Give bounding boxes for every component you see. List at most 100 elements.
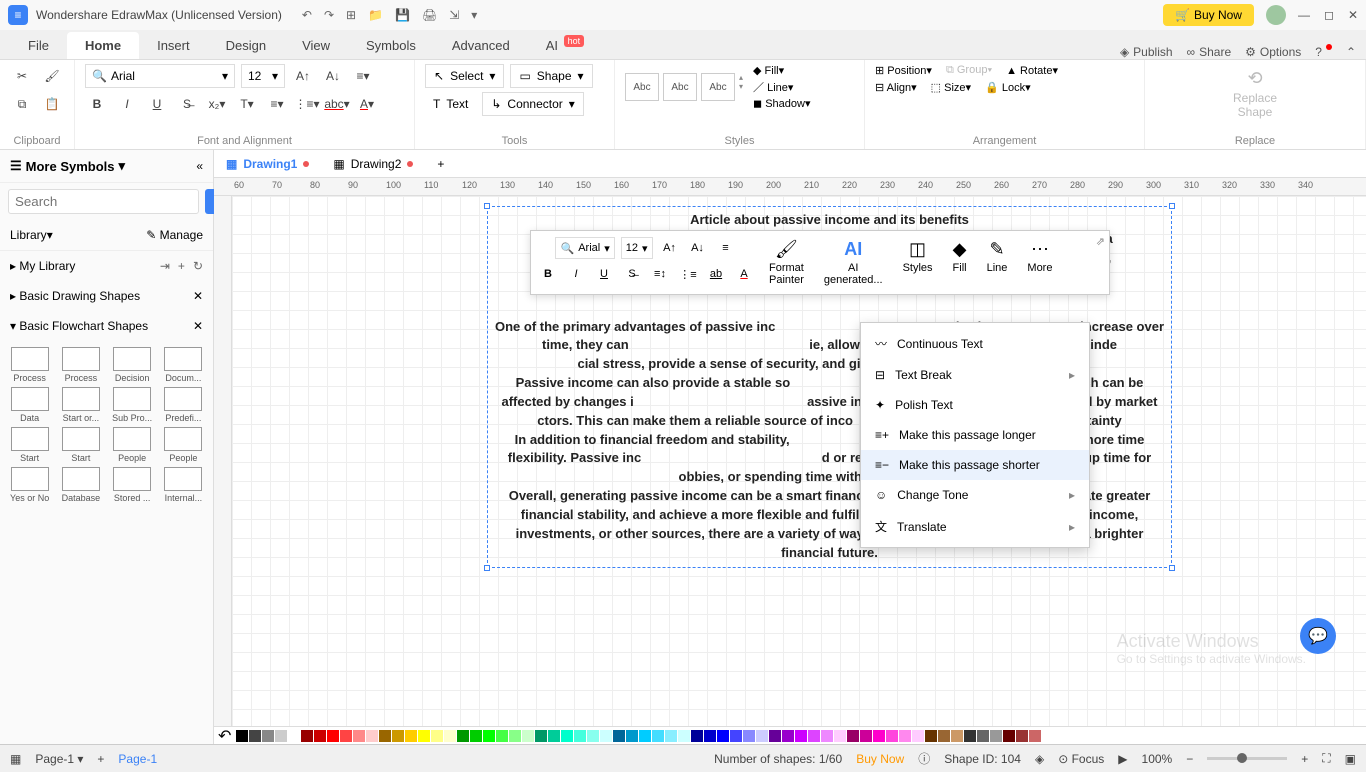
color-swatch[interactable] (899, 730, 911, 742)
group-dropdown[interactable]: ⧉ Group▾ (946, 64, 992, 77)
page-layout-icon[interactable]: ▦ (10, 752, 21, 766)
color-swatch[interactable] (938, 730, 950, 742)
redo-icon[interactable]: ↷ (324, 8, 334, 22)
color-swatch[interactable] (600, 730, 612, 742)
print-icon[interactable]: 🖨 (422, 8, 437, 22)
add-page-icon[interactable]: + (97, 752, 104, 766)
color-swatch[interactable] (509, 730, 521, 742)
replace-shape-button[interactable]: ⟲ Replace Shape (1155, 64, 1355, 123)
align-dropdown[interactable]: ⊟ Align▾ (875, 81, 917, 94)
float-strike-icon[interactable]: S̶ (621, 263, 643, 285)
tab-insert[interactable]: Insert (139, 32, 208, 59)
tab-home[interactable]: Home (67, 32, 139, 59)
tab-design[interactable]: Design (208, 32, 284, 59)
add-icon[interactable]: + (178, 259, 185, 273)
float-italic-icon[interactable]: I (565, 263, 587, 285)
shape-item[interactable]: Data (6, 387, 53, 423)
float-size-dropdown[interactable]: 12▾ (621, 237, 653, 259)
color-swatch[interactable] (431, 730, 443, 742)
color-swatch[interactable] (457, 730, 469, 742)
resize-handle[interactable] (1169, 203, 1175, 209)
resize-handle[interactable] (484, 203, 490, 209)
manage-link[interactable]: ✎ Manage (146, 228, 203, 242)
shape-item[interactable]: Start or... (57, 387, 104, 423)
collapse-panel-icon[interactable]: « (196, 159, 203, 173)
color-swatch[interactable] (808, 730, 820, 742)
shape-item[interactable]: Stored ... (109, 467, 156, 503)
color-swatch[interactable] (717, 730, 729, 742)
shape-item[interactable]: Yes or No (6, 467, 53, 503)
zoom-in-icon[interactable]: + (1301, 752, 1308, 766)
refresh-icon[interactable]: ↻ (193, 259, 203, 273)
underline-icon[interactable]: U (145, 92, 169, 116)
color-swatch[interactable] (1003, 730, 1015, 742)
color-swatch[interactable] (366, 730, 378, 742)
float-increase-font-icon[interactable]: A↑ (659, 237, 681, 259)
font-name-dropdown[interactable]: 🔍Arial▾ (85, 64, 235, 88)
style-preset-3[interactable]: Abc (701, 73, 735, 101)
color-swatch[interactable] (873, 730, 885, 742)
color-swatch[interactable] (288, 730, 300, 742)
color-swatch[interactable] (743, 730, 755, 742)
format-painter-icon[interactable]: 🖌 (40, 64, 64, 88)
float-ai-generated[interactable]: AIAI generated... (818, 237, 889, 288)
float-more[interactable]: ⋯More (1021, 237, 1058, 288)
publish-button[interactable]: ◈Publish (1120, 45, 1173, 59)
shape-item[interactable]: People (160, 427, 207, 463)
style-gallery-more[interactable]: ▴▾ (739, 73, 743, 101)
close-icon[interactable]: ✕ (1348, 8, 1358, 22)
float-underline-icon[interactable]: U (593, 263, 615, 285)
color-swatch[interactable] (392, 730, 404, 742)
color-swatch[interactable] (1029, 730, 1041, 742)
color-swatch[interactable] (964, 730, 976, 742)
font-size-dropdown[interactable]: 12▾ (241, 64, 285, 88)
float-bold-icon[interactable]: B (537, 263, 559, 285)
shape-item[interactable]: Decision (109, 347, 156, 383)
tab-symbols[interactable]: Symbols (348, 32, 434, 59)
basic-flowchart-section[interactable]: ▾ Basic Flowchart Shapes ✕ (0, 311, 213, 341)
color-swatch[interactable] (262, 730, 274, 742)
float-font-dropdown[interactable]: 🔍Arial▾ (555, 237, 614, 259)
color-swatch[interactable] (795, 730, 807, 742)
shape-item[interactable]: People (109, 427, 156, 463)
text-tool[interactable]: TText (425, 93, 476, 115)
color-swatch[interactable] (925, 730, 937, 742)
align-icon[interactable]: ≡▾ (351, 64, 375, 88)
menu-translate[interactable]: 文Translate▸ (861, 510, 1089, 543)
menu-make-shorter[interactable]: ≡−Make this passage shorter (861, 450, 1089, 480)
color-swatch[interactable] (665, 730, 677, 742)
focus-button[interactable]: ⊙ Focus (1058, 752, 1104, 766)
status-buy-now[interactable]: Buy Now (856, 752, 904, 766)
color-swatch[interactable] (847, 730, 859, 742)
position-dropdown[interactable]: ⊞ Position▾ (875, 64, 932, 77)
float-line[interactable]: ✎Line (981, 237, 1014, 288)
color-swatch[interactable] (275, 730, 287, 742)
cut-icon[interactable]: ✂ (10, 64, 34, 88)
paste-icon[interactable]: 📋 (40, 92, 64, 116)
color-swatch[interactable] (678, 730, 690, 742)
color-swatch[interactable] (1016, 730, 1028, 742)
shape-item[interactable]: Sub Pro... (109, 387, 156, 423)
color-swatch[interactable] (353, 730, 365, 742)
color-swatch[interactable] (574, 730, 586, 742)
new-doc-tab[interactable]: + (425, 152, 456, 176)
resize-handle[interactable] (1169, 565, 1175, 571)
import-icon[interactable]: ⇥ (160, 259, 170, 273)
color-swatch[interactable] (821, 730, 833, 742)
color-swatch[interactable] (340, 730, 352, 742)
symbol-search-input[interactable] (8, 189, 199, 214)
color-swatch[interactable] (782, 730, 794, 742)
fit-page-icon[interactable]: ⛶ (1322, 751, 1330, 766)
options-button[interactable]: ⚙Options (1245, 45, 1301, 59)
color-swatch[interactable] (522, 730, 534, 742)
style-preset-1[interactable]: Abc (625, 73, 659, 101)
color-swatch[interactable] (951, 730, 963, 742)
float-fill[interactable]: ◆Fill (947, 237, 973, 288)
color-swatch[interactable] (977, 730, 989, 742)
color-swatch[interactable] (444, 730, 456, 742)
buy-info-icon[interactable]: ⓘ (918, 750, 930, 767)
zoom-out-icon[interactable]: − (1186, 752, 1193, 766)
color-swatch[interactable] (886, 730, 898, 742)
color-swatch[interactable] (860, 730, 872, 742)
color-swatch[interactable] (834, 730, 846, 742)
